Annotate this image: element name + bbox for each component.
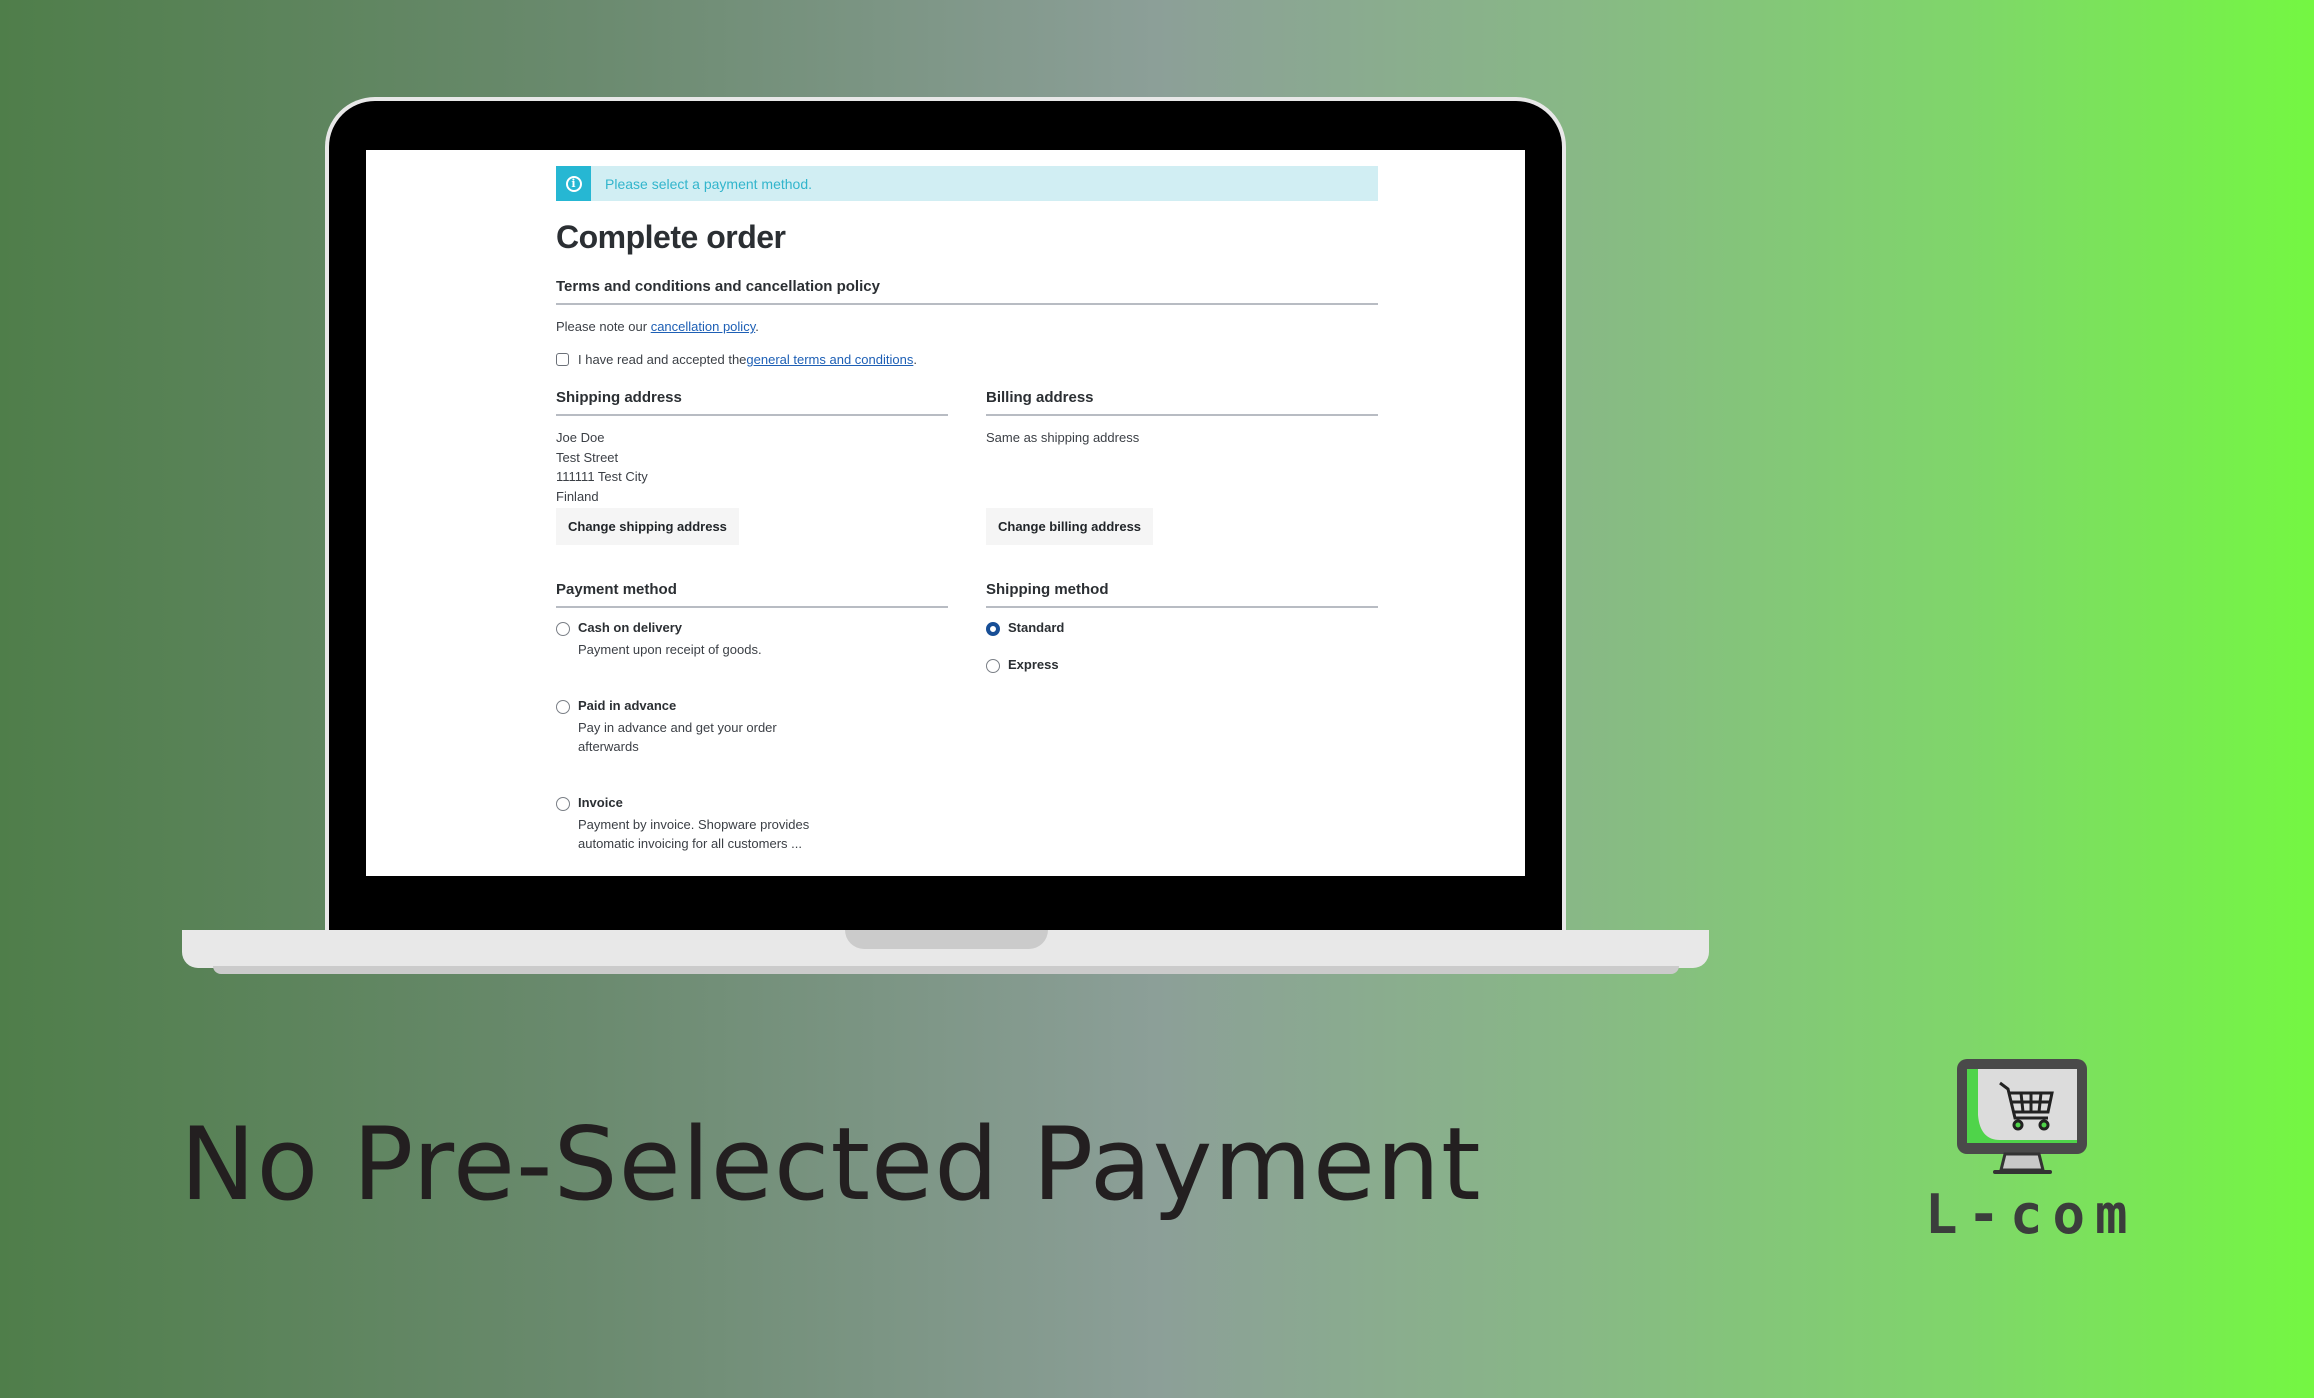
terms-checkbox[interactable]: [556, 353, 569, 366]
terms-accept-suffix: .: [913, 352, 917, 367]
payment-option-label: Invoice: [578, 794, 623, 810]
checkout-page: i Please select a payment method. Comple…: [556, 166, 1378, 854]
payment-method-title: Payment method: [556, 581, 948, 608]
payment-option-description: Payment upon receipt of goods.: [578, 642, 762, 657]
shipping-address-lines: Joe Doe Test Street 111111 Test City Fin…: [556, 428, 948, 506]
cancellation-note-suffix: .: [755, 319, 759, 334]
page-title: Complete order: [556, 219, 786, 255]
cart-wheel: [2038, 1119, 2050, 1131]
terms-accept-text: I have read and accepted the: [578, 352, 747, 367]
billing-address-section: Billing address Same as shipping address…: [986, 389, 1378, 545]
payment-method-section: Payment method Cash on delivery Payment …: [556, 581, 948, 854]
payment-option-invoice[interactable]: Invoice Payment by invoice. Shopware pro…: [556, 795, 948, 854]
shipping-method-title: Shipping method: [986, 581, 1378, 608]
shipping-address-title: Shipping address: [556, 389, 948, 416]
address-line: Finland: [556, 488, 599, 504]
payment-option-cash-on-delivery[interactable]: Cash on delivery Payment upon receipt of…: [556, 620, 948, 660]
terms-accept-row: I have read and accepted the general ter…: [556, 352, 1378, 367]
laptop-screen: i Please select a payment method. Comple…: [366, 150, 1525, 876]
payment-option-label: Cash on delivery: [578, 620, 683, 635]
cancellation-policy-link[interactable]: cancellation policy: [651, 319, 756, 334]
laptop-base-shadow: [213, 966, 1679, 974]
shipping-option-express[interactable]: Express: [986, 657, 1378, 673]
cancellation-note: Please note our cancellation policy.: [556, 319, 1378, 334]
shipping-option-standard[interactable]: Standard: [986, 620, 1378, 636]
terms-title: Terms and conditions and cancellation po…: [556, 278, 1378, 305]
laptop-notch: [845, 930, 1048, 949]
terms-link[interactable]: general terms and conditions: [746, 352, 913, 367]
shopping-cart-monitor-icon: [1957, 1059, 2087, 1174]
payment-alert: i Please select a payment method.: [556, 166, 1378, 201]
cart-wheel: [2012, 1119, 2024, 1131]
cancellation-note-text: Please note our: [556, 319, 651, 334]
billing-address-line: Same as shipping address: [986, 430, 1140, 445]
methods: Payment method Cash on delivery Payment …: [556, 581, 1378, 854]
billing-address-text: Same as shipping address: [986, 428, 1378, 506]
billing-address-title: Billing address: [986, 389, 1378, 416]
radio-button[interactable]: [556, 796, 570, 811]
shipping-option-label: Standard: [1008, 620, 1065, 635]
terms-section: Terms and conditions and cancellation po…: [556, 278, 1378, 367]
change-billing-address-button[interactable]: Change billing address: [986, 508, 1154, 545]
radio-button-selected[interactable]: [986, 622, 1000, 636]
alert-message: Please select a payment method.: [605, 175, 813, 192]
slide-caption: No Pre-Selected Payment: [180, 1105, 1482, 1223]
address-line: Joe Doe: [556, 430, 605, 445]
payment-option-description: Payment by invoice. Shopware provides au…: [578, 816, 810, 852]
payment-option-label: Paid in advance: [578, 697, 677, 713]
radio-button[interactable]: [556, 622, 570, 636]
payment-option-paid-in-advance[interactable]: Paid in advance Pay in advance and get y…: [556, 698, 948, 757]
info-icon: i: [556, 166, 591, 201]
address-line: 111111 Test City: [556, 469, 648, 484]
shipping-method-section: Shipping method Standard Express: [986, 581, 1378, 854]
monitor-stand: [1999, 1152, 2045, 1172]
change-shipping-address-button[interactable]: Change shipping address: [556, 508, 739, 545]
address-line: Test Street: [556, 449, 619, 465]
radio-button[interactable]: [556, 699, 570, 714]
radio-button[interactable]: [986, 659, 1000, 673]
shipping-option-label: Express: [1008, 657, 1059, 672]
logo-text: L-com: [1925, 1183, 2138, 1246]
shipping-address-section: Shipping address Joe Doe Test Street 111…: [556, 389, 948, 545]
addresses: Shipping address Joe Doe Test Street 111…: [556, 389, 1378, 545]
payment-option-description: Pay in advance and get your order afterw…: [578, 719, 777, 755]
